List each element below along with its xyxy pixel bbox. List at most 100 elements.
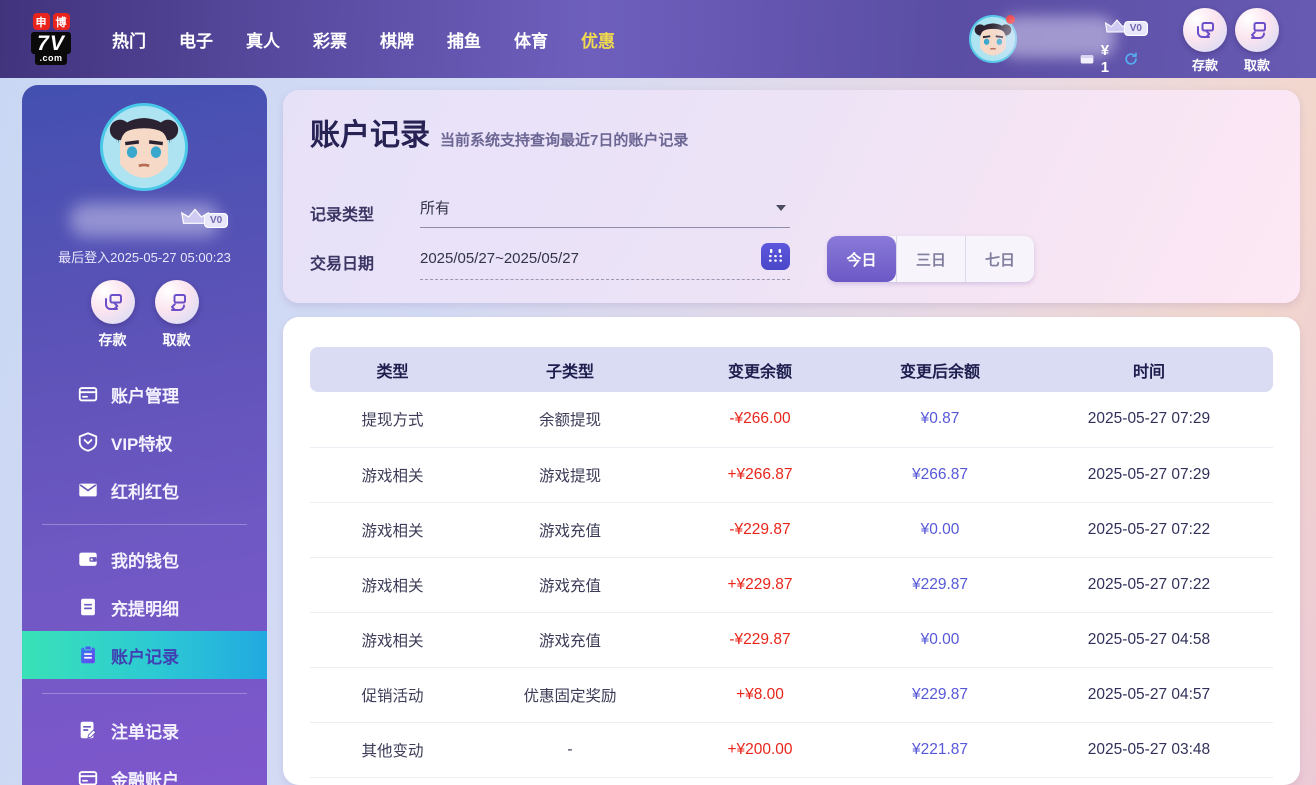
cell-after: ¥0.00	[855, 502, 1025, 558]
balance-amount: ¥ 1	[1100, 42, 1110, 76]
cell-change: +¥229.87	[665, 557, 855, 613]
sidebar-item-VIP特权[interactable]: VIP特权	[22, 418, 267, 466]
table-row: 游戏相关 游戏充值 +¥229.87 ¥229.87 2025-05-27 07:22	[310, 557, 1273, 613]
cell-sub: 游戏充值	[475, 612, 665, 668]
cell-after: ¥229.87	[855, 557, 1025, 613]
main-nav: 热门 电子 真人 彩票 棋牌 捕鱼 体育 优惠	[110, 19, 617, 60]
sidebar-item-红利红包[interactable]: 红利红包	[22, 466, 267, 514]
page-subtitle: 当前系统支持查询最近7日的账户记录	[440, 132, 689, 149]
logo-text: 7V	[31, 32, 71, 54]
sidebar-item-账户记录[interactable]: 账户记录	[22, 631, 267, 679]
cell-type: 游戏相关	[310, 502, 475, 558]
cell-type: 其他变动	[310, 722, 475, 778]
wallet-icon	[77, 548, 99, 570]
deposit-button[interactable]: 存款	[90, 280, 135, 350]
wallet-icon	[1080, 55, 1093, 64]
table-header-4: 变更后余额	[855, 347, 1025, 392]
nav-item-5[interactable]: 棋牌	[378, 19, 416, 60]
chevron-down-icon	[776, 204, 786, 211]
deposit-icon[interactable]	[1183, 8, 1227, 52]
day-button-3[interactable]: 七日	[965, 236, 1034, 282]
sidebar-avatar[interactable]	[100, 103, 188, 191]
vip-level-text: V0	[1123, 21, 1148, 36]
withdraw-button[interactable]: 取款	[1235, 8, 1279, 74]
cell-time: 2025-05-27 04:58	[1025, 612, 1273, 668]
sidebar-item-金融账户[interactable]: 金融账户	[22, 754, 267, 785]
nav-item-1[interactable]: 热门	[110, 19, 148, 60]
logo-badge-2: 博	[52, 13, 70, 30]
table-row: 游戏相关 游戏提现 +¥266.87 ¥266.87 2025-05-27 07:29	[310, 447, 1273, 503]
sidebar-item-账户管理[interactable]: 账户管理	[22, 370, 267, 418]
sidebar-item-label: 注单记录	[111, 722, 179, 742]
nav-item-6[interactable]: 捕鱼	[445, 19, 483, 60]
date-range-value: 2025/05/27~2025/05/27	[420, 250, 579, 267]
deposit-icon[interactable]	[90, 280, 135, 324]
nav-item-8[interactable]: 优惠	[579, 19, 617, 60]
vip-level-badge: V0	[1104, 18, 1148, 36]
cell-type: 提现方式	[310, 392, 475, 448]
nav-item-3[interactable]: 真人	[244, 19, 282, 60]
withdraw-button[interactable]: 取款	[154, 280, 199, 350]
day-range-toggle: 今日 三日 七日	[827, 236, 1034, 282]
cell-time: 2025-05-27 07:29	[1025, 392, 1273, 448]
calendar-icon[interactable]	[761, 243, 790, 270]
menu-divider	[42, 693, 247, 694]
cell-time: 2025-05-27 04:57	[1025, 667, 1273, 723]
logo-badge-1: 申	[32, 13, 50, 30]
records-table-panel: 类型 子类型 变更余额 变更后余额 时间 提现方式 余额提现 -¥266.00 ¥0.87 20…	[283, 317, 1300, 785]
table-row: 促销活动 优惠固定奖励 +¥8.00 ¥229.87 2025-05-27 04:57	[310, 667, 1273, 723]
vip-level-text: V0	[204, 213, 229, 228]
table-header-3: 变更余额	[665, 347, 855, 392]
deposit-label: 存款	[98, 332, 127, 348]
cell-sub: 余额提现	[475, 392, 665, 448]
order-record-icon	[77, 719, 99, 741]
nav-item-2[interactable]: 电子	[177, 19, 215, 60]
envelope-icon	[77, 479, 99, 501]
table-row: 游戏相关 游戏充值 -¥229.87 ¥0.00 2025-05-27 04:58	[310, 612, 1273, 668]
cell-time: 2025-05-27 07:22	[1025, 502, 1273, 558]
page-title-row: 账户记录 当前系统支持查询最近7日的账户记录	[310, 110, 688, 154]
sidebar-item-我的钱包[interactable]: 我的钱包	[22, 535, 267, 583]
cell-time: 2025-05-27 07:29	[1025, 447, 1273, 503]
deposit-button[interactable]: 存款	[1183, 8, 1227, 74]
sidebar-actions: 存款 取款	[22, 280, 267, 350]
date-range-input[interactable]: 2025/05/27~2025/05/27	[420, 238, 790, 280]
balance-area: ¥ 1	[1080, 42, 1138, 76]
cell-after: ¥0.00	[855, 612, 1025, 668]
records-table: 类型 子类型 变更余额 变更后余额 时间 提现方式 余额提现 -¥266.00 ¥0.87 20…	[310, 347, 1273, 778]
table-header-2: 子类型	[475, 347, 665, 392]
cell-sub: 优惠固定奖励	[475, 667, 665, 723]
last-login-text: 最后登入2025-05-27 05:00:23	[58, 250, 231, 265]
card-icon	[77, 383, 99, 405]
top-navbar: 申 博 7V .com 热门 电子 真人 彩票 棋牌 捕鱼 体育 优惠 V0 ¥…	[0, 0, 1316, 78]
cell-time: 2025-05-27 03:48	[1025, 722, 1273, 778]
withdraw-icon[interactable]	[1235, 8, 1279, 52]
withdraw-icon[interactable]	[154, 280, 199, 324]
date-range-label: 交易日期	[310, 256, 375, 273]
cell-sub: 游戏充值	[475, 502, 665, 558]
sidebar-item-label: 金融账户	[111, 770, 179, 785]
record-type-select[interactable]: 所有	[420, 188, 790, 228]
sidebar-item-label: 充提明细	[111, 599, 179, 619]
cell-change: -¥266.00	[665, 392, 855, 448]
menu-divider	[42, 524, 247, 525]
table-row: 提现方式 余额提现 -¥266.00 ¥0.87 2025-05-27 07:29	[310, 392, 1273, 448]
day-button-1[interactable]: 今日	[827, 236, 896, 282]
cell-after: ¥221.87	[855, 722, 1025, 778]
sidebar: V0 最后登入2025-05-27 05:00:23 存款 取款 账户管理 VI…	[22, 85, 267, 785]
record-type-value: 所有	[420, 200, 451, 217]
nav-item-4[interactable]: 彩票	[311, 19, 349, 60]
day-button-2[interactable]: 三日	[896, 236, 965, 282]
withdraw-label: 取款	[162, 332, 191, 348]
site-logo[interactable]: 申 博 7V .com	[20, 13, 82, 65]
vip-level-badge: V0	[180, 207, 229, 228]
sidebar-item-注单记录[interactable]: 注单记录	[22, 706, 267, 754]
cell-sub: 游戏充值	[475, 557, 665, 613]
sidebar-menu: 账户管理 VIP特权 红利红包我的钱包充提明细账户记录注单记录金融账户	[22, 370, 267, 785]
cell-sub: -	[475, 722, 665, 778]
cell-change: -¥229.87	[665, 612, 855, 668]
nav-item-7[interactable]: 体育	[512, 19, 550, 60]
refresh-icon[interactable]	[1124, 50, 1138, 68]
sidebar-item-充提明细[interactable]: 充提明细	[22, 583, 267, 631]
cell-sub: 游戏提现	[475, 447, 665, 503]
